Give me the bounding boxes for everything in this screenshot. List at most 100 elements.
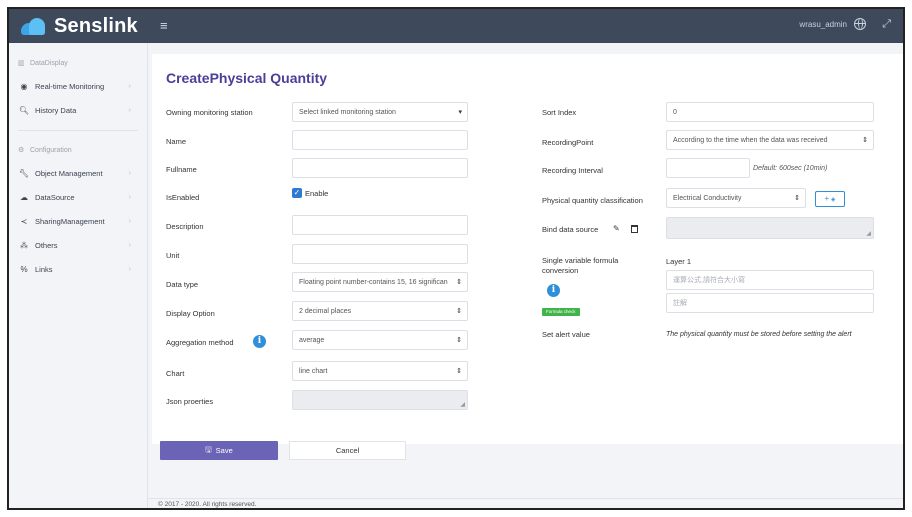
formula-input[interactable]: 運算公式,請符合大小寫 xyxy=(666,270,874,290)
formula-placeholder: 運算公式,請符合大小寫 xyxy=(673,277,745,284)
label-name: Name xyxy=(166,137,187,146)
label-chart: Chart xyxy=(166,369,185,378)
sidebar: ▥ DataDisplay ◉ Real-time Monitoring › 🔍… xyxy=(9,43,148,508)
sidebar-section-label: DataDisplay xyxy=(30,59,68,67)
sort-index-input[interactable]: 0 xyxy=(666,102,874,122)
sidebar-item-datasource[interactable]: ☁ DataSource › xyxy=(9,185,147,209)
resize-grip-icon: ◢ xyxy=(866,231,871,237)
wrench-icon: 🔧︎ xyxy=(18,168,30,178)
layer-label: Layer 1 xyxy=(666,257,692,266)
sidebar-item-label: Object Management xyxy=(35,168,103,178)
interval-default-hint: Default: 600sec (10min) xyxy=(753,165,828,172)
chart-value: line chart xyxy=(299,367,328,375)
fullname-input[interactable] xyxy=(292,158,468,178)
save-icon: 🖫 xyxy=(205,445,212,454)
cloud-icon: ☁ xyxy=(20,192,28,202)
unit-input[interactable] xyxy=(292,244,468,264)
sidebar-item-object-management[interactable]: 🔧︎ Object Management › xyxy=(9,161,147,185)
updown-arrow-icon: ⇕ xyxy=(456,368,462,375)
footer-copyright: © 2017 - 2020. All rights reserved. xyxy=(158,501,257,508)
description-input[interactable] xyxy=(292,215,468,235)
footer xyxy=(148,498,903,508)
label-alert: Set alert value xyxy=(542,330,590,339)
tags-icon: ◈ xyxy=(829,197,836,203)
datatype-select[interactable]: Floating point number-contains 15, 16 si… xyxy=(292,272,468,292)
label-enabled: IsEnabled xyxy=(166,193,200,202)
label-recording-interval: Recording Interval xyxy=(542,166,603,175)
label-station: Owning monitoring station xyxy=(166,108,253,117)
aggregation-select[interactable]: average ⇕ xyxy=(292,330,468,350)
share-icon: ≺ xyxy=(20,216,28,226)
sort-index-value: 0 xyxy=(673,108,677,116)
save-button[interactable]: 🖫 Save xyxy=(160,441,278,460)
sidebar-section-datadisplay: ▥ DataDisplay xyxy=(9,52,147,74)
enable-checkbox[interactable]: ✓ xyxy=(292,188,302,198)
bind-source-textarea: ◢ xyxy=(666,217,874,239)
chevron-right-icon: › xyxy=(128,241,131,249)
search-icon: 🔍︎ xyxy=(18,105,30,115)
chevron-right-icon: › xyxy=(128,82,131,90)
alert-note: The physical quantity must be stored bef… xyxy=(666,331,852,338)
label-display: Display Option xyxy=(166,309,215,318)
cancel-button[interactable]: Cancel xyxy=(289,441,406,460)
classification-value: Electrical Conductivity xyxy=(673,194,742,202)
top-header: Senslink ≡ wrasu_admin ⤢ xyxy=(9,9,903,43)
user-name[interactable]: wrasu_admin xyxy=(799,20,847,29)
name-input[interactable] xyxy=(292,130,468,150)
display-option-select[interactable]: 2 decimal places ⇕ xyxy=(292,301,468,321)
recording-point-select[interactable]: According to the time when the data was … xyxy=(666,130,874,150)
pencil-icon[interactable]: ✎ xyxy=(613,224,620,233)
sidebar-item-others[interactable]: ⁂ Others › xyxy=(9,233,147,257)
main-content: CreatePhysical Quantity Owning monitorin… xyxy=(148,43,903,508)
recording-interval-input[interactable] xyxy=(666,158,750,178)
json-properties-textarea: ◢ xyxy=(292,390,468,410)
chevron-right-icon: › xyxy=(128,106,131,114)
display-option-value: 2 decimal places xyxy=(299,307,352,315)
info-icon[interactable]: i xyxy=(253,335,266,348)
chevron-right-icon: › xyxy=(128,193,131,201)
info-icon[interactable]: i xyxy=(547,284,560,297)
updown-arrow-icon: ⇕ xyxy=(456,337,462,344)
formula-note-input[interactable]: 註解 xyxy=(666,293,874,313)
label-datatype: Data type xyxy=(166,280,199,289)
chevron-right-icon: › xyxy=(128,169,131,177)
sidebar-item-realtime[interactable]: ◉ Real-time Monitoring › xyxy=(9,74,147,98)
chevron-right-icon: › xyxy=(128,217,131,225)
label-json: Json proerties xyxy=(166,397,214,406)
form-card: CreatePhysical Quantity Owning monitorin… xyxy=(152,54,903,444)
note-placeholder: 註解 xyxy=(673,300,687,307)
recording-point-value: According to the time when the data was … xyxy=(673,136,828,144)
station-select-value: Select linked monitoring station xyxy=(299,108,396,116)
menu-toggle-icon[interactable]: ≡ xyxy=(160,18,168,33)
label-aggregation: Aggregation method xyxy=(166,338,234,347)
label-bind: Bind data source xyxy=(542,225,599,234)
fullscreen-icon[interactable]: ⤢ xyxy=(882,18,891,31)
cancel-button-label: Cancel xyxy=(335,446,360,455)
label-recording-point: RecordingPoint xyxy=(542,138,594,147)
label-description: Description xyxy=(166,222,204,231)
page-title: CreatePhysical Quantity xyxy=(166,70,328,86)
dropdown-arrow-icon: ▾ xyxy=(458,109,462,116)
formula-check-button[interactable]: Formula check xyxy=(542,308,580,316)
app-frame: Senslink ≡ wrasu_admin ⤢ ▥ DataDisplay ◉… xyxy=(7,7,905,510)
sidebar-item-sharing[interactable]: ≺ SharingManagement › xyxy=(9,209,147,233)
station-select[interactable]: Select linked monitoring station ▾ xyxy=(292,102,468,122)
sidebar-item-label: Links xyxy=(35,264,53,274)
chart-select[interactable]: line chart ⇕ xyxy=(292,361,468,381)
classification-select[interactable]: Electrical Conductivity ⇕ xyxy=(666,188,806,208)
label-fullname: Fullname xyxy=(166,165,197,174)
sidebar-item-history[interactable]: 🔍︎ History Data › xyxy=(9,98,147,122)
resize-grip-icon: ◢ xyxy=(460,402,465,408)
trash-icon[interactable] xyxy=(631,225,638,233)
enable-label: Enable xyxy=(305,189,329,198)
add-classification-button[interactable]: + ◈ xyxy=(815,191,845,207)
sidebar-item-label: History Data xyxy=(35,105,77,115)
datatype-select-value: Floating point number-contains 15, 16 si… xyxy=(299,278,448,286)
sidebar-divider xyxy=(18,130,138,131)
link-icon: % xyxy=(20,264,28,274)
language-globe-icon[interactable] xyxy=(854,18,866,30)
sidebar-item-links[interactable]: % Links › xyxy=(9,257,147,281)
brand[interactable]: Senslink xyxy=(9,9,148,43)
updown-arrow-icon: ⇕ xyxy=(862,137,868,144)
label-formula: Single variable formula conversion xyxy=(542,256,619,275)
